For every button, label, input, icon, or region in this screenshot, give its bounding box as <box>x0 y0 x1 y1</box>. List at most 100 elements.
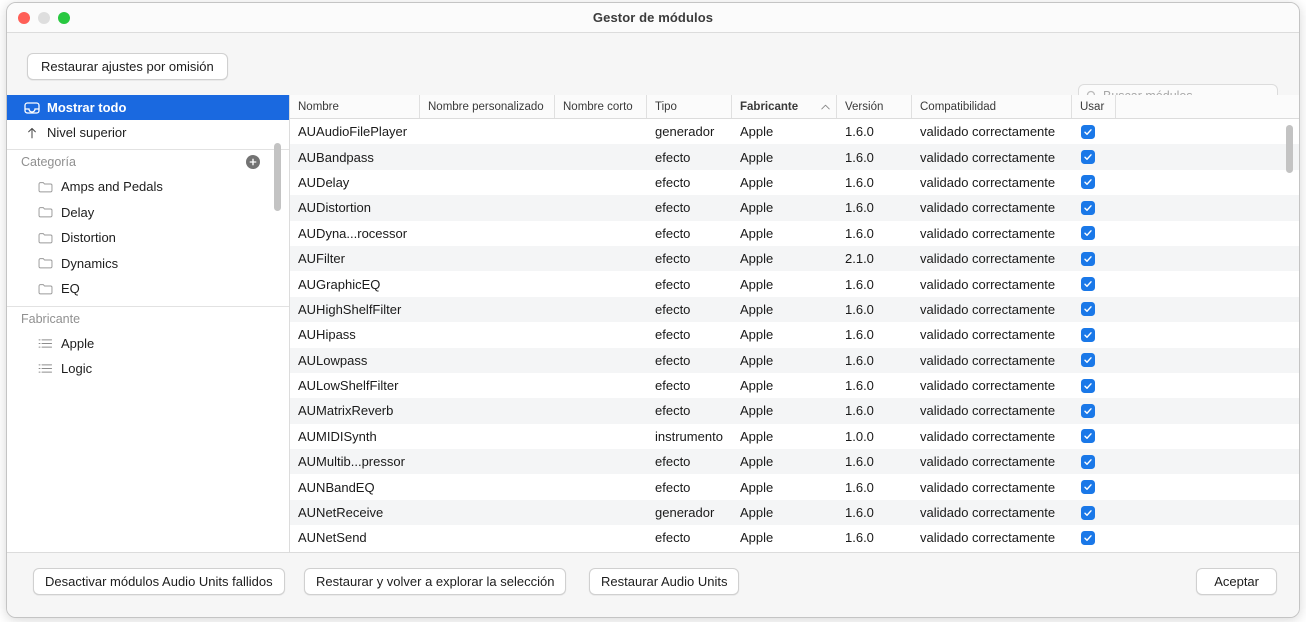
sidebar-item-delay[interactable]: Delay <box>15 200 289 226</box>
plus-icon <box>249 158 257 166</box>
cell-use[interactable] <box>1072 302 1116 316</box>
column-header-use[interactable]: Usar <box>1072 95 1116 118</box>
use-checkbox[interactable] <box>1081 175 1095 189</box>
table-row[interactable]: AULowShelfFilterefectoApple1.6.0validado… <box>290 373 1299 398</box>
use-checkbox[interactable] <box>1081 150 1095 164</box>
table-row[interactable]: AUMultib...pressorefectoApple1.6.0valida… <box>290 449 1299 474</box>
cell-version: 1.6.0 <box>837 226 912 241</box>
use-checkbox[interactable] <box>1081 302 1095 316</box>
cell-use[interactable] <box>1072 201 1116 215</box>
table-row[interactable]: AUMatrixReverbefectoApple1.6.0validado c… <box>290 398 1299 423</box>
column-header-version[interactable]: Versión <box>837 95 912 118</box>
cell-name: AULowShelfFilter <box>290 378 420 393</box>
table-row[interactable]: AUNBandEQefectoApple1.6.0validado correc… <box>290 474 1299 499</box>
cell-compat: validado correctamente <box>912 429 1072 444</box>
cell-version: 1.6.0 <box>837 327 912 342</box>
use-checkbox[interactable] <box>1081 480 1095 494</box>
use-checkbox[interactable] <box>1081 277 1095 291</box>
cell-use[interactable] <box>1072 328 1116 342</box>
disable-failed-plugins-button[interactable]: Desactivar módulos Audio Units fallidos <box>33 568 285 595</box>
table-row[interactable]: AUMIDISynthinstrumentoApple1.0.0validado… <box>290 424 1299 449</box>
cell-type: efecto <box>647 200 732 215</box>
cell-use[interactable] <box>1072 150 1116 164</box>
column-header-short_name[interactable]: Nombre corto <box>555 95 647 118</box>
cell-use[interactable] <box>1072 353 1116 367</box>
cell-name: AUNetSend <box>290 530 420 545</box>
use-checkbox[interactable] <box>1081 328 1095 342</box>
use-checkbox[interactable] <box>1081 201 1095 215</box>
use-checkbox[interactable] <box>1081 455 1095 469</box>
cell-use[interactable] <box>1072 531 1116 545</box>
cell-use[interactable] <box>1072 404 1116 418</box>
column-header-name[interactable]: Nombre <box>290 95 420 118</box>
cell-version: 1.6.0 <box>837 124 912 139</box>
cell-use[interactable] <box>1072 125 1116 139</box>
cell-use[interactable] <box>1072 277 1116 291</box>
reset-audio-units-button[interactable]: Restaurar Audio Units <box>589 568 739 595</box>
table-row[interactable]: AUFilterefectoApple2.1.0validado correct… <box>290 246 1299 271</box>
use-checkbox[interactable] <box>1081 531 1095 545</box>
column-header-compat[interactable]: Compatibilidad <box>912 95 1072 118</box>
cell-version: 1.6.0 <box>837 530 912 545</box>
cell-type: efecto <box>647 175 732 190</box>
sidebar-item-eq[interactable]: EQ <box>15 276 289 302</box>
cell-use[interactable] <box>1072 455 1116 469</box>
column-header-custom_name[interactable]: Nombre personalizado <box>420 95 555 118</box>
table-row[interactable]: AUAudioFilePlayergeneradorApple1.6.0vali… <box>290 119 1299 144</box>
cell-compat: validado correctamente <box>912 480 1072 495</box>
cell-use[interactable] <box>1072 480 1116 494</box>
cell-use[interactable] <box>1072 506 1116 520</box>
table-row[interactable]: AUNetReceivegeneradorApple1.6.0validado … <box>290 500 1299 525</box>
sidebar-item-top-level[interactable]: Nivel superior <box>7 120 289 145</box>
use-checkbox[interactable] <box>1081 353 1095 367</box>
table-row[interactable]: AUDyna...rocessorefectoApple1.6.0validad… <box>290 221 1299 246</box>
accept-button[interactable]: Aceptar <box>1196 568 1277 595</box>
table-row[interactable]: AULowpassefectoApple1.6.0validado correc… <box>290 348 1299 373</box>
cell-use[interactable] <box>1072 226 1116 240</box>
table-scrollbar[interactable] <box>1286 125 1293 173</box>
sidebar-scrollbar[interactable] <box>274 143 281 211</box>
sidebar-item-logic[interactable]: Logic <box>15 356 289 382</box>
cell-type: efecto <box>647 302 732 317</box>
cell-use[interactable] <box>1072 429 1116 443</box>
sidebar-item-distortion[interactable]: Distortion <box>15 225 289 251</box>
sidebar-section-category: Categoría <box>7 150 289 174</box>
add-category-button[interactable] <box>246 155 260 169</box>
use-checkbox[interactable] <box>1081 379 1095 393</box>
cell-version: 1.6.0 <box>837 353 912 368</box>
list-icon <box>37 336 54 351</box>
table-header-row: NombreNombre personalizadoNombre cortoTi… <box>290 95 1299 119</box>
column-header-pad <box>1116 95 1176 118</box>
cell-type: efecto <box>647 454 732 469</box>
cell-compat: validado correctamente <box>912 277 1072 292</box>
table-row[interactable]: AUGraphicEQefectoApple1.6.0validado corr… <box>290 271 1299 296</box>
cell-use[interactable] <box>1072 252 1116 266</box>
table-row[interactable]: AUDistortionefectoApple1.6.0validado cor… <box>290 195 1299 220</box>
checkmark-icon <box>1083 457 1093 467</box>
cell-manufacturer: Apple <box>732 251 837 266</box>
footer-bar: Desactivar módulos Audio Units fallidos … <box>7 552 1299 617</box>
title-bar: Gestor de módulos <box>7 3 1299 33</box>
use-checkbox[interactable] <box>1081 125 1095 139</box>
use-checkbox[interactable] <box>1081 252 1095 266</box>
use-checkbox[interactable] <box>1081 506 1095 520</box>
cell-use[interactable] <box>1072 175 1116 189</box>
sidebar-item-dynamics[interactable]: Dynamics <box>15 251 289 277</box>
sidebar-item-apple[interactable]: Apple <box>15 331 289 357</box>
sidebar-item-amps-and-pedals[interactable]: Amps and Pedals <box>15 174 289 200</box>
use-checkbox[interactable] <box>1081 404 1095 418</box>
table-row[interactable]: AUHighShelfFilterefectoApple1.6.0validad… <box>290 297 1299 322</box>
table-row[interactable]: AUDelayefectoApple1.6.0validado correcta… <box>290 170 1299 195</box>
table-row[interactable]: AUBandpassefectoApple1.6.0validado corre… <box>290 144 1299 169</box>
sidebar-item-show-all[interactable]: Mostrar todo <box>7 95 289 120</box>
cell-use[interactable] <box>1072 379 1116 393</box>
column-header-manufacturer[interactable]: Fabricante <box>732 95 837 118</box>
column-header-type[interactable]: Tipo <box>647 95 732 118</box>
table-row[interactable]: AUNetSendefectoApple1.6.0validado correc… <box>290 525 1299 550</box>
checkmark-icon <box>1083 431 1093 441</box>
restore-defaults-button[interactable]: Restaurar ajustes por omisión <box>27 53 228 80</box>
rescan-selection-button[interactable]: Restaurar y volver a explorar la selecci… <box>304 568 566 595</box>
use-checkbox[interactable] <box>1081 226 1095 240</box>
use-checkbox[interactable] <box>1081 429 1095 443</box>
table-row[interactable]: AUHipassefectoApple1.6.0validado correct… <box>290 322 1299 347</box>
